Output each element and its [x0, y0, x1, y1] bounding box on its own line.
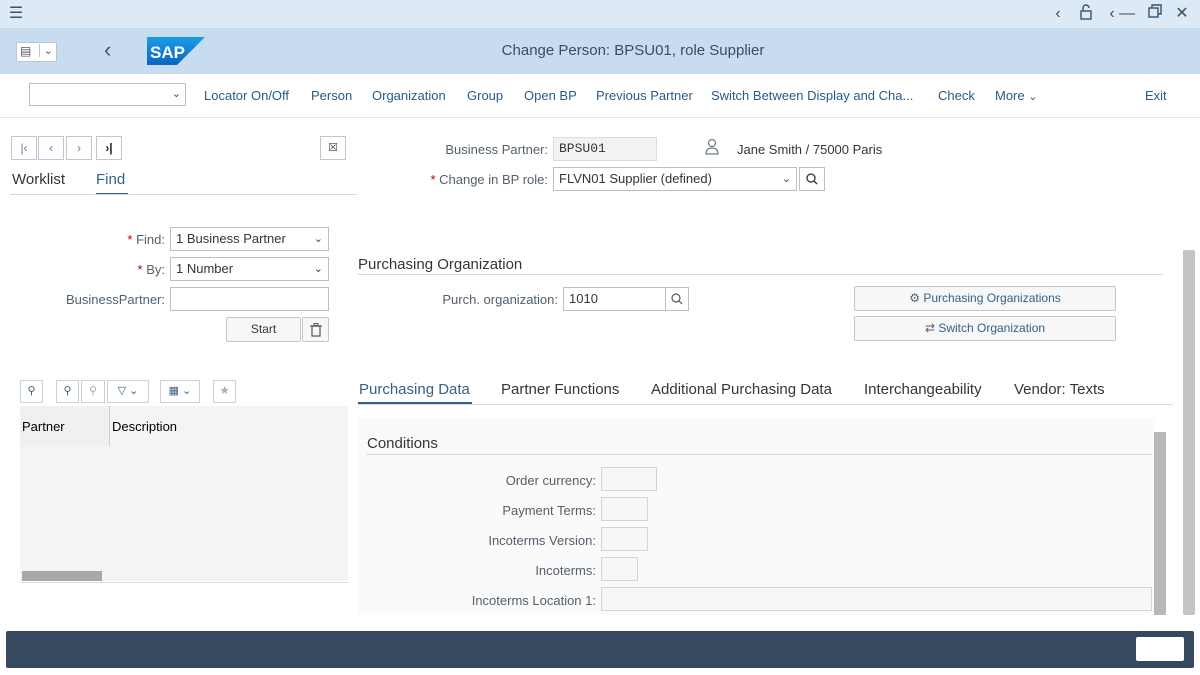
bp-role-label: * Change in BP role:: [430, 172, 548, 187]
check-button[interactable]: Check: [938, 88, 975, 103]
close-icon[interactable]: ✕: [1173, 4, 1191, 24]
previous-page-icon[interactable]: ‹: [38, 136, 64, 160]
divider: [358, 274, 1163, 275]
chevron-down-icon: ⌄: [781, 173, 791, 185]
system-bar: ☰ ‹ ‹ — ✕: [0, 0, 1200, 29]
tab-vendor-texts[interactable]: Vendor: Texts: [1014, 381, 1105, 398]
order-currency-input[interactable]: [601, 467, 657, 491]
tab-find[interactable]: Find: [96, 171, 125, 188]
open-bp-button[interactable]: Open BP: [524, 88, 577, 103]
incoterms-input[interactable]: [601, 557, 638, 581]
business-partner-label: BusinessPartner:: [66, 292, 165, 307]
person-icon: [705, 138, 719, 155]
tab-partner-functions[interactable]: Partner Functions: [501, 381, 619, 398]
chevron-left-icon[interactable]: ‹: [1050, 4, 1066, 24]
purchasing-organizations-button[interactable]: ⚙ Purchasing Organizations: [854, 286, 1116, 311]
purchasing-organization-title: Purchasing Organization: [358, 256, 523, 273]
group-button[interactable]: Group: [467, 88, 503, 103]
value-help-icon[interactable]: [665, 287, 689, 311]
more-menu[interactable]: More ⌄: [995, 88, 1037, 103]
filter-icon[interactable]: ▽ ⌄: [107, 380, 149, 403]
search-icon[interactable]: ⚲: [56, 380, 79, 403]
last-page-icon[interactable]: ›|: [96, 136, 122, 160]
purch-org-input[interactable]: 1010: [563, 287, 666, 311]
column-header-partner[interactable]: Partner: [20, 406, 110, 446]
page-title: Change Person: BPSU01, role Supplier: [501, 42, 765, 59]
hamburger-menu-icon[interactable]: ☰: [6, 4, 26, 24]
close-locator-icon[interactable]: ☒: [320, 136, 346, 160]
locator-toggle-button[interactable]: Locator On/Off: [204, 88, 289, 103]
organization-button[interactable]: Organization: [372, 88, 446, 103]
business-partner-name: Jane Smith / 75000 Paris: [737, 142, 883, 157]
payment-terms-input[interactable]: [601, 497, 648, 521]
horizontal-scrollbar[interactable]: [22, 571, 102, 581]
chevron-down-icon: ⌄: [171, 88, 181, 100]
order-currency-label: Order currency:: [505, 473, 596, 488]
vertical-scrollbar[interactable]: [1154, 432, 1166, 615]
exit-button[interactable]: Exit: [1145, 88, 1167, 103]
maximize-icon[interactable]: [1146, 4, 1164, 24]
divider: [10, 194, 357, 195]
column-header-description[interactable]: Description: [110, 406, 185, 446]
divider: [366, 454, 1152, 455]
bp-role-select[interactable]: FLVN01 Supplier (defined) ⌄: [553, 167, 797, 191]
unlock-icon[interactable]: [1077, 4, 1095, 24]
results-table: Partner Description: [20, 406, 348, 581]
chevron-down-icon: ⌄: [313, 233, 323, 245]
footer-bar: [6, 631, 1194, 668]
incoterms-location-label: Incoterms Location 1:: [471, 593, 596, 608]
minimize-icon[interactable]: —: [1118, 4, 1136, 24]
switch-organization-button[interactable]: ⇄ Switch Organization: [854, 316, 1116, 341]
incoterms-version-label: Incoterms Version:: [488, 533, 596, 548]
by-label: * By:: [137, 262, 165, 277]
purch-org-label: Purch. organization:: [442, 292, 558, 307]
tab-purchasing-data[interactable]: Purchasing Data: [359, 381, 470, 398]
application-toolbar: ⌄ Locator On/Off Person Organization Gro…: [0, 74, 1200, 118]
by-select[interactable]: 1 Number ⌄: [170, 257, 329, 281]
find-label: * Find:: [127, 232, 165, 247]
tab-interchangeability[interactable]: Interchangeability: [864, 381, 982, 398]
page-scrollbar[interactable]: [1183, 250, 1195, 615]
incoterms-version-input[interactable]: [601, 527, 648, 551]
incoterms-label: Incoterms:: [535, 563, 596, 578]
previous-partner-button[interactable]: Previous Partner: [596, 88, 693, 103]
incoterms-location-input[interactable]: [601, 587, 1152, 611]
first-page-icon[interactable]: |‹: [11, 136, 37, 160]
switch-icon: ⇄: [924, 321, 939, 335]
search-icon[interactable]: [799, 167, 825, 191]
search-next-icon[interactable]: ⚲: [81, 380, 105, 403]
chevron-down-icon: ⌄: [313, 263, 323, 275]
find-select[interactable]: 1 Business Partner ⌄: [170, 227, 329, 251]
layout-icon[interactable]: ▦ ⌄: [160, 380, 200, 403]
footer-button[interactable]: [1136, 637, 1184, 661]
favorite-icon[interactable]: ★: [213, 380, 236, 403]
conditions-title: Conditions: [367, 435, 438, 452]
tab-additional-purchasing-data[interactable]: Additional Purchasing Data: [651, 381, 832, 398]
business-partner-input[interactable]: [170, 287, 329, 311]
chevron-down-icon: ⌄: [1028, 91, 1038, 103]
zoom-icon[interactable]: ⚲: [20, 380, 43, 403]
title-bar: ▤ ⌄ ‹ SAP Change Person: BPSU01, role Su…: [0, 29, 1200, 74]
business-partner-value: BPSU01: [553, 137, 657, 161]
switch-display-change-button[interactable]: Switch Between Display and Cha...: [711, 88, 913, 103]
person-button[interactable]: Person: [311, 88, 352, 103]
divider: [20, 582, 348, 583]
divider: [358, 404, 1173, 405]
tab-worklist[interactable]: Worklist: [12, 171, 65, 188]
payment-terms-label: Payment Terms:: [502, 503, 596, 518]
business-partner-header-label: Business Partner:: [445, 142, 548, 157]
delete-icon[interactable]: [302, 317, 329, 342]
start-button[interactable]: Start: [226, 317, 301, 342]
organization-icon: ⚙: [909, 291, 924, 305]
next-page-icon[interactable]: ›: [66, 136, 92, 160]
command-field-select[interactable]: ⌄: [29, 83, 186, 106]
